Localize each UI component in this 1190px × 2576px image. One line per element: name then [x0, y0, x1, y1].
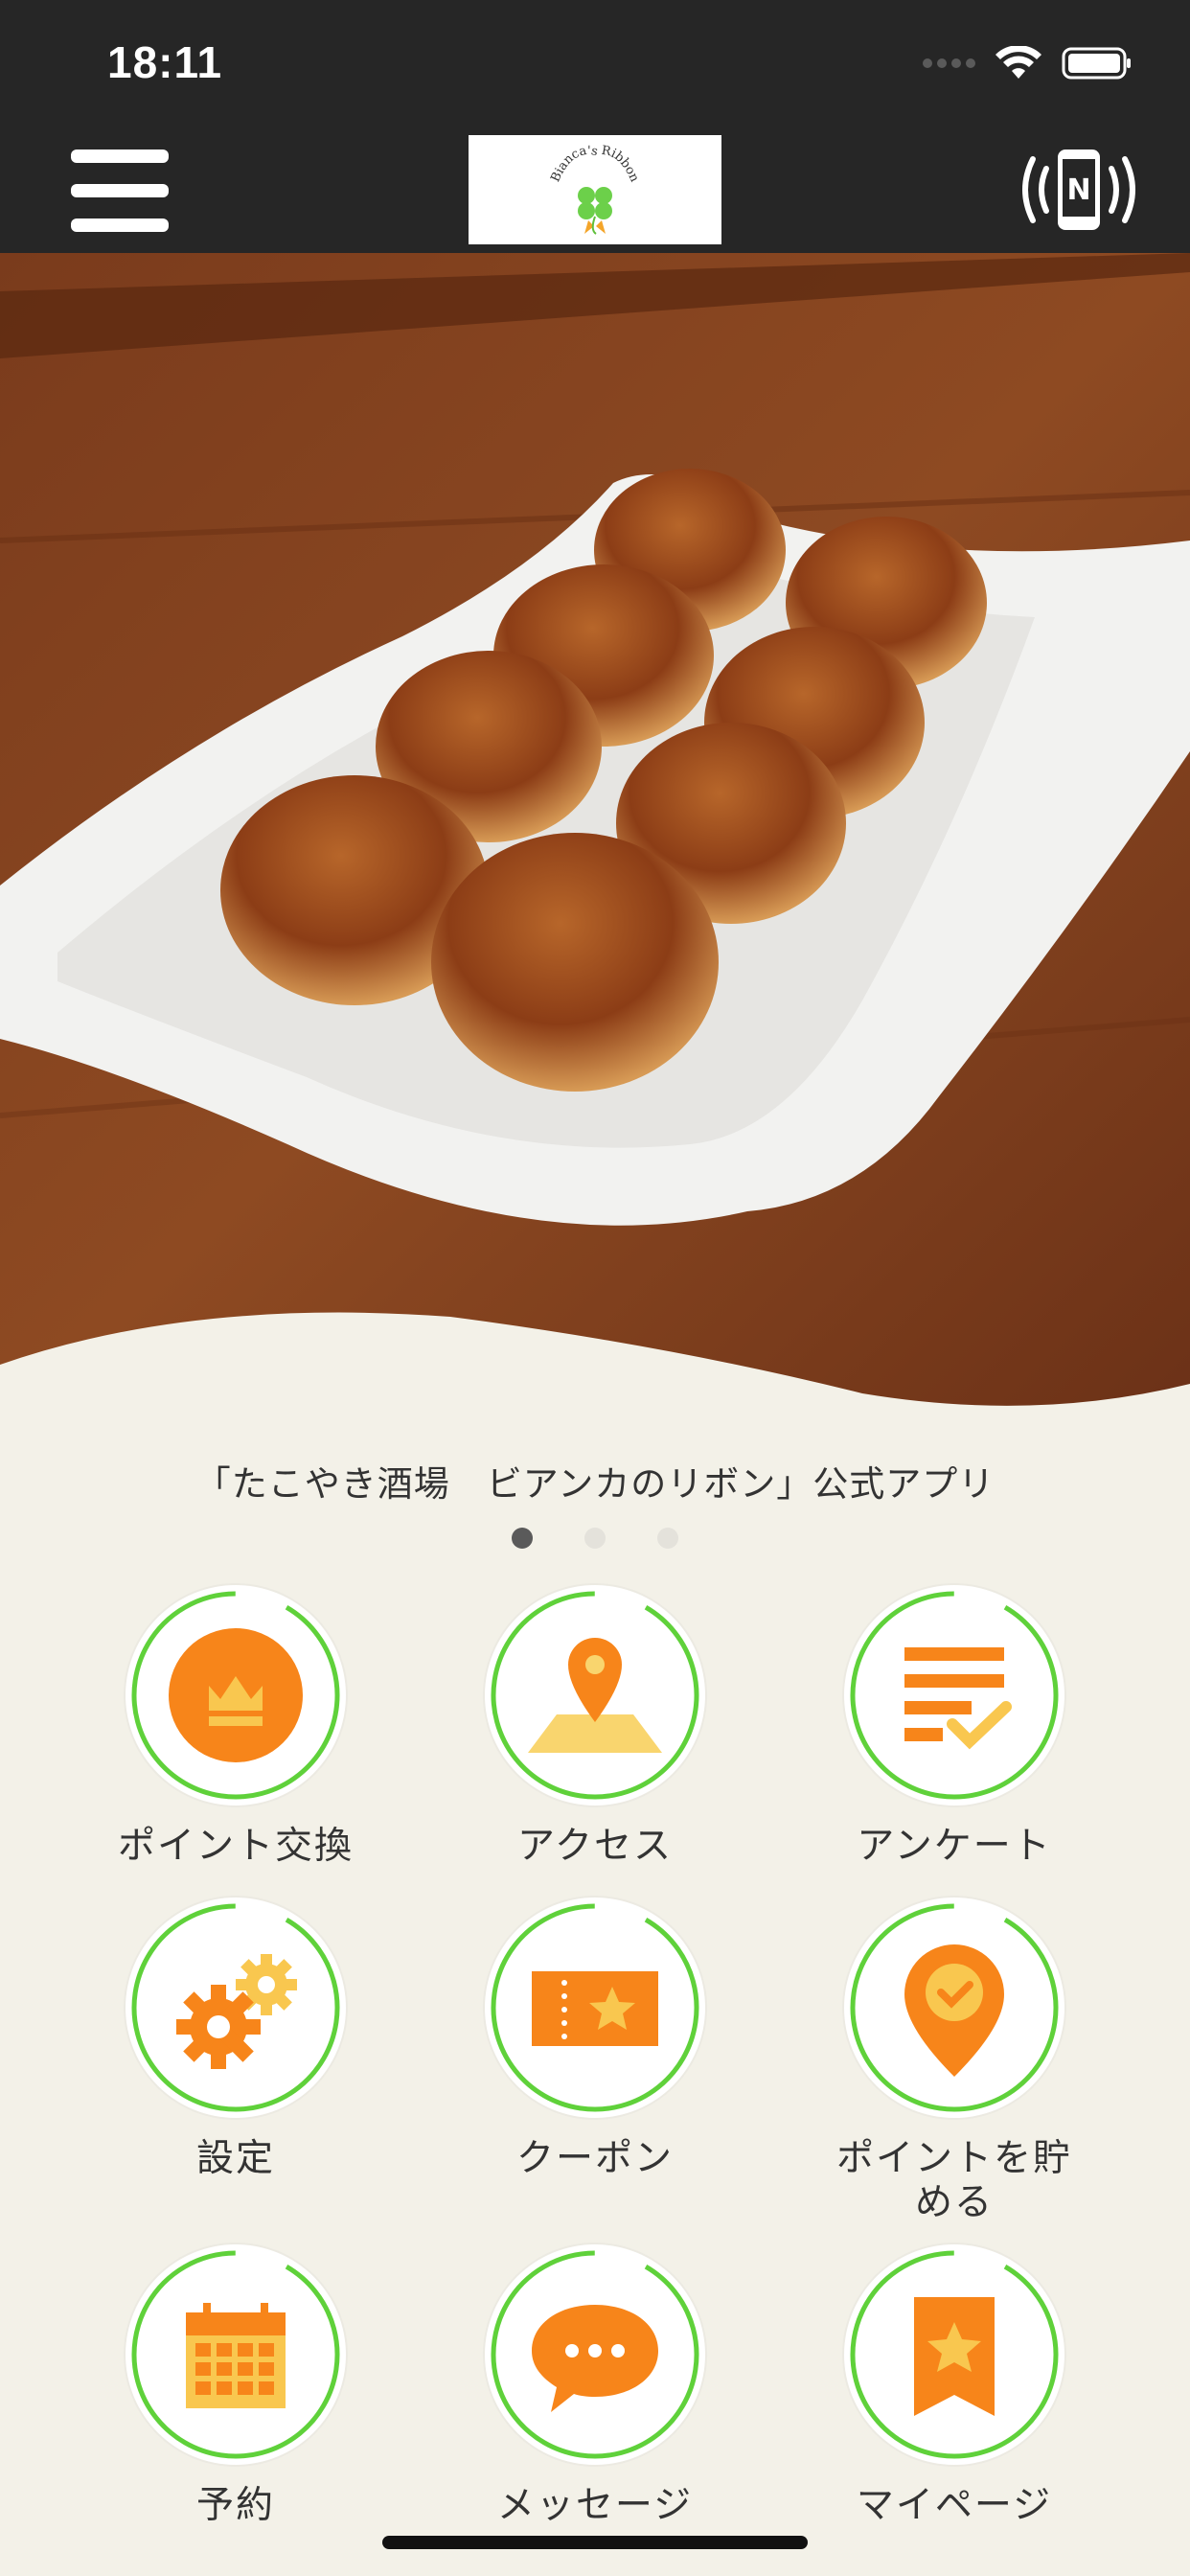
carousel-indicator[interactable]	[0, 1528, 1190, 1549]
battery-icon	[1062, 47, 1131, 80]
svg-text:Bianca's Ribbon: Bianca's Ribbon	[548, 144, 641, 185]
svg-text:N: N	[1066, 173, 1090, 207]
chat-bubble-icon	[532, 2305, 658, 2412]
status-icons	[923, 42, 1133, 84]
bookmark-star-icon	[914, 2297, 995, 2416]
map-pin-icon	[528, 1638, 662, 1753]
app-logo: Bianca's Ribbon	[469, 135, 721, 244]
carousel-dot-3[interactable]	[657, 1528, 678, 1549]
gear-icon	[176, 1954, 297, 2069]
survey-check-icon	[904, 1647, 1012, 1750]
wifi-icon	[995, 46, 1041, 79]
hero-image	[0, 253, 1190, 1432]
calendar-icon	[186, 2303, 286, 2408]
coupon-ticket-icon	[532, 1971, 658, 2046]
location-check-icon	[904, 1944, 1004, 2077]
home-indicator[interactable]	[382, 2536, 808, 2549]
nfc-phone-icon: N	[1022, 150, 1135, 230]
status-bar: 18:11	[0, 0, 1190, 126]
takoyaki-photo	[0, 253, 1190, 1432]
app-tagline: 「たこやき酒場 ビアンカのリボン」公式アプリ	[195, 1463, 995, 1505]
app-header: Bianca's Ribbon N	[0, 126, 1190, 253]
carousel-dot-1[interactable]	[512, 1528, 533, 1549]
status-time: 18:11	[107, 37, 223, 87]
nfc-phone-button[interactable]: N	[1014, 146, 1144, 234]
hamburger-menu-button[interactable]	[71, 150, 169, 232]
clover-logo-icon: Bianca's Ribbon	[548, 144, 642, 235]
carousel-dot-2[interactable]	[584, 1528, 606, 1549]
crown-icon	[169, 1628, 303, 1762]
cellular-signal-icon	[923, 58, 975, 68]
